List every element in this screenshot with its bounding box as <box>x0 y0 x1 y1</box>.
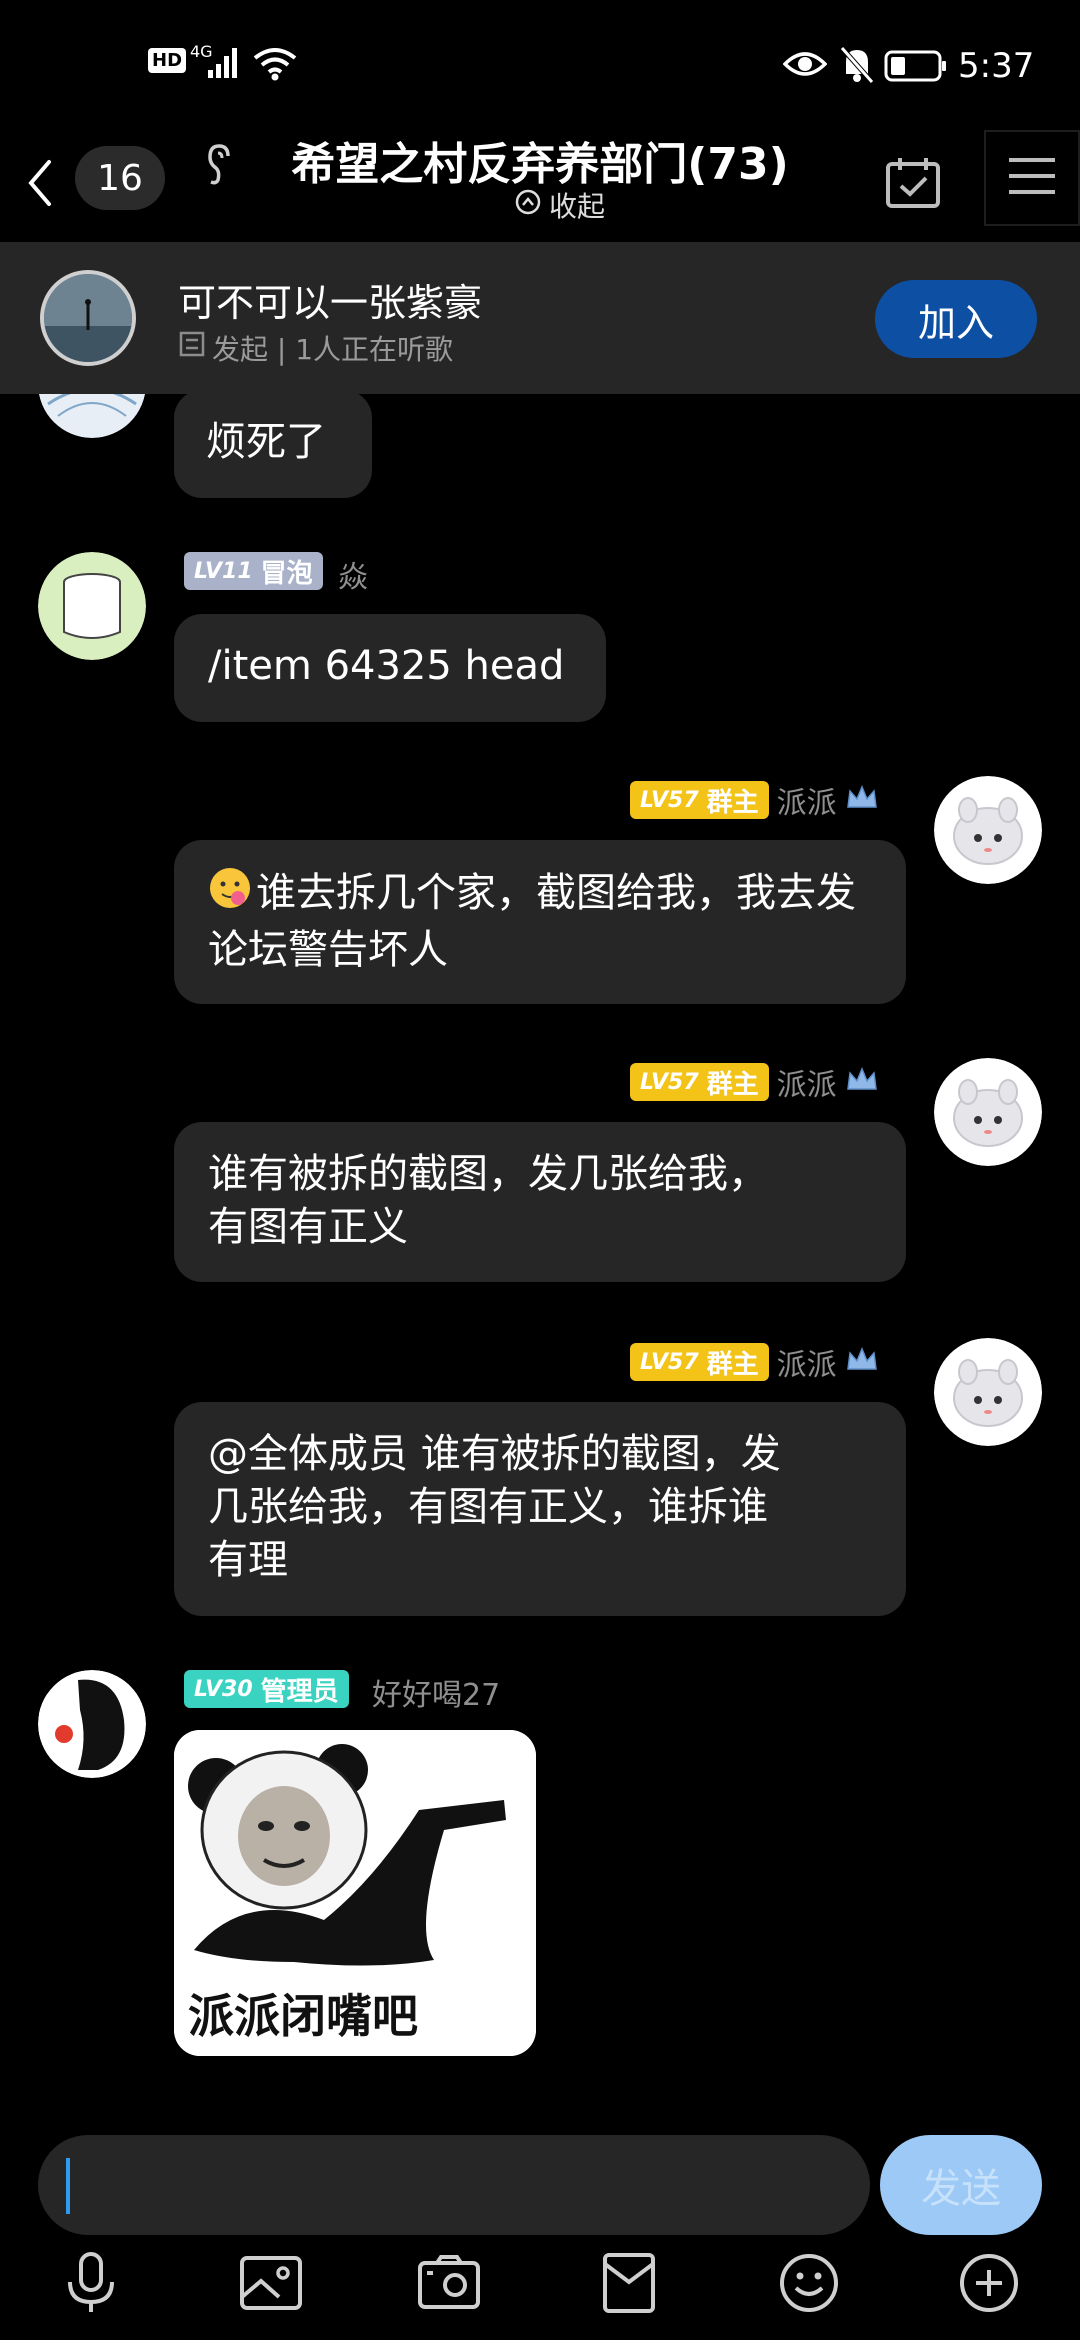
text-caret <box>66 2158 70 2214</box>
status-bar: HD 4G 5:37 <box>0 0 1080 130</box>
hamburger-icon <box>1007 156 1057 200</box>
message-text-line: 有图有正义 <box>208 1204 408 1250</box>
level-role-tag: LV57 群主 <box>630 1063 769 1101</box>
avatar[interactable] <box>934 1058 1042 1166</box>
message-bubble[interactable]: /item 64325 head <box>174 614 606 722</box>
role-label: 群主 <box>706 787 759 818</box>
sticker-image[interactable]: 派派闭嘴吧 <box>174 1730 536 2056</box>
more-button[interactable] <box>944 2240 1034 2330</box>
collapse-toggle[interactable]: 收起 <box>480 185 640 225</box>
message-text: 谁去拆几个家，截图给我，我去发论坛警告坏人 <box>208 870 856 973</box>
sender-nickname[interactable]: 焱 <box>338 552 368 596</box>
sender-nickname[interactable]: 派派 <box>777 778 837 822</box>
voice-button[interactable] <box>46 2240 136 2330</box>
bell-muted-icon <box>838 44 876 88</box>
message-bubble[interactable]: 烦死了 <box>174 390 372 498</box>
sender-nickname[interactable]: 派派 <box>777 1060 837 1104</box>
message-text: 烦死了 <box>206 419 326 465</box>
hd-icon: HD <box>148 48 187 73</box>
avatar[interactable] <box>38 552 146 660</box>
calendar-check-icon <box>884 156 942 214</box>
role-label: 冒泡 <box>260 558 313 589</box>
red-packet-icon <box>602 2252 656 2318</box>
crown-icon <box>845 1065 879 1099</box>
level-role-tag: LV30 管理员 <box>184 1670 349 1708</box>
image-icon <box>239 2255 303 2315</box>
sender-meta: LV57 群主 派派 <box>630 778 879 822</box>
song-title: 可不可以一张紫豪 <box>178 281 483 325</box>
send-button[interactable]: 发送 <box>880 2135 1042 2235</box>
avatar[interactable] <box>38 1670 146 1778</box>
user-initial-icon <box>178 330 206 358</box>
chevron-left-icon <box>25 158 55 212</box>
emoji-icon <box>778 2252 840 2318</box>
camera-button[interactable] <box>404 2240 494 2330</box>
message-text-line: @全体成员 谁有被拆的截图，发 <box>208 1431 781 1477</box>
red-packet-button[interactable] <box>584 2240 674 2330</box>
microphone-icon <box>64 2252 118 2318</box>
crown-icon <box>845 1345 879 1379</box>
battery-icon <box>884 50 948 86</box>
group-title[interactable]: 希望之村反弃养部门(73) <box>210 130 870 190</box>
message-bubble[interactable]: @全体成员 谁有被拆的截图，发 几张给我，有图有正义，谁拆谁 有理 <box>174 1402 906 1616</box>
level-role-tag: LV57 群主 <box>630 781 769 819</box>
level-label: LV30 <box>194 1676 253 1702</box>
join-button[interactable]: 加入 <box>875 280 1037 358</box>
avatar[interactable] <box>934 776 1042 884</box>
message-input[interactable] <box>38 2135 870 2235</box>
level-label: LV57 <box>640 1069 699 1095</box>
image-button[interactable] <box>226 2240 316 2330</box>
camera-icon <box>417 2255 481 2315</box>
crown-icon <box>845 783 879 817</box>
collapse-label: 收起 <box>548 190 605 223</box>
role-label: 管理员 <box>260 1676 339 1707</box>
role-label: 群主 <box>706 1349 759 1380</box>
level-role-tag: LV57 群主 <box>630 1343 769 1381</box>
message-text: /item 64325 head <box>208 643 565 689</box>
song-cover <box>40 270 136 366</box>
message-text-line: 几张给我，有图有正义，谁拆谁 <box>208 1484 768 1530</box>
sender-meta: LV57 群主 派派 <box>630 1060 879 1104</box>
sender-nickname[interactable]: 派派 <box>777 1340 837 1384</box>
level-label: LV57 <box>640 787 699 813</box>
clock: 5:37 <box>958 46 1035 86</box>
level-role-tag: LV11 冒泡 <box>184 552 323 590</box>
message-bubble[interactable]: 谁有被拆的截图，发几张给我， 有图有正义 <box>174 1122 906 1282</box>
sticker-caption: 派派闭嘴吧 <box>188 1989 418 2043</box>
sender-nickname[interactable]: 好好喝27 <box>372 1670 500 1714</box>
message-text-line: 有理 <box>208 1537 288 1583</box>
chat-header: 16 希望之村反弃养部门(73) 收起 <box>0 130 1080 242</box>
chevron-up-circle-icon <box>515 189 541 222</box>
message-text-line: 谁有被拆的截图，发几张给我， <box>208 1151 768 1197</box>
message-bubble[interactable]: 谁去拆几个家，截图给我，我去发论坛警告坏人 <box>174 840 906 1004</box>
plus-icon <box>958 2252 1020 2318</box>
level-label: LV11 <box>194 558 253 584</box>
listen-together-bar[interactable]: 可不可以一张紫豪 发起 | 1人正在听歌 加入 <box>0 242 1080 394</box>
calendar-check-button[interactable] <box>868 140 958 230</box>
emoji-icon <box>208 866 252 924</box>
listen-subtitle: 发起 | 1人正在听歌 <box>212 333 454 366</box>
wifi-icon <box>252 44 298 86</box>
sender-meta: LV57 群主 派派 <box>630 1340 879 1384</box>
level-label: LV57 <box>640 1349 699 1375</box>
role-label: 群主 <box>706 1069 759 1100</box>
menu-button[interactable] <box>984 130 1080 226</box>
avatar[interactable] <box>934 1338 1042 1446</box>
back-button[interactable] <box>10 150 70 220</box>
eye-icon <box>782 48 828 84</box>
emoji-button[interactable] <box>764 2240 854 2330</box>
unread-count-badge[interactable]: 16 <box>75 146 165 210</box>
